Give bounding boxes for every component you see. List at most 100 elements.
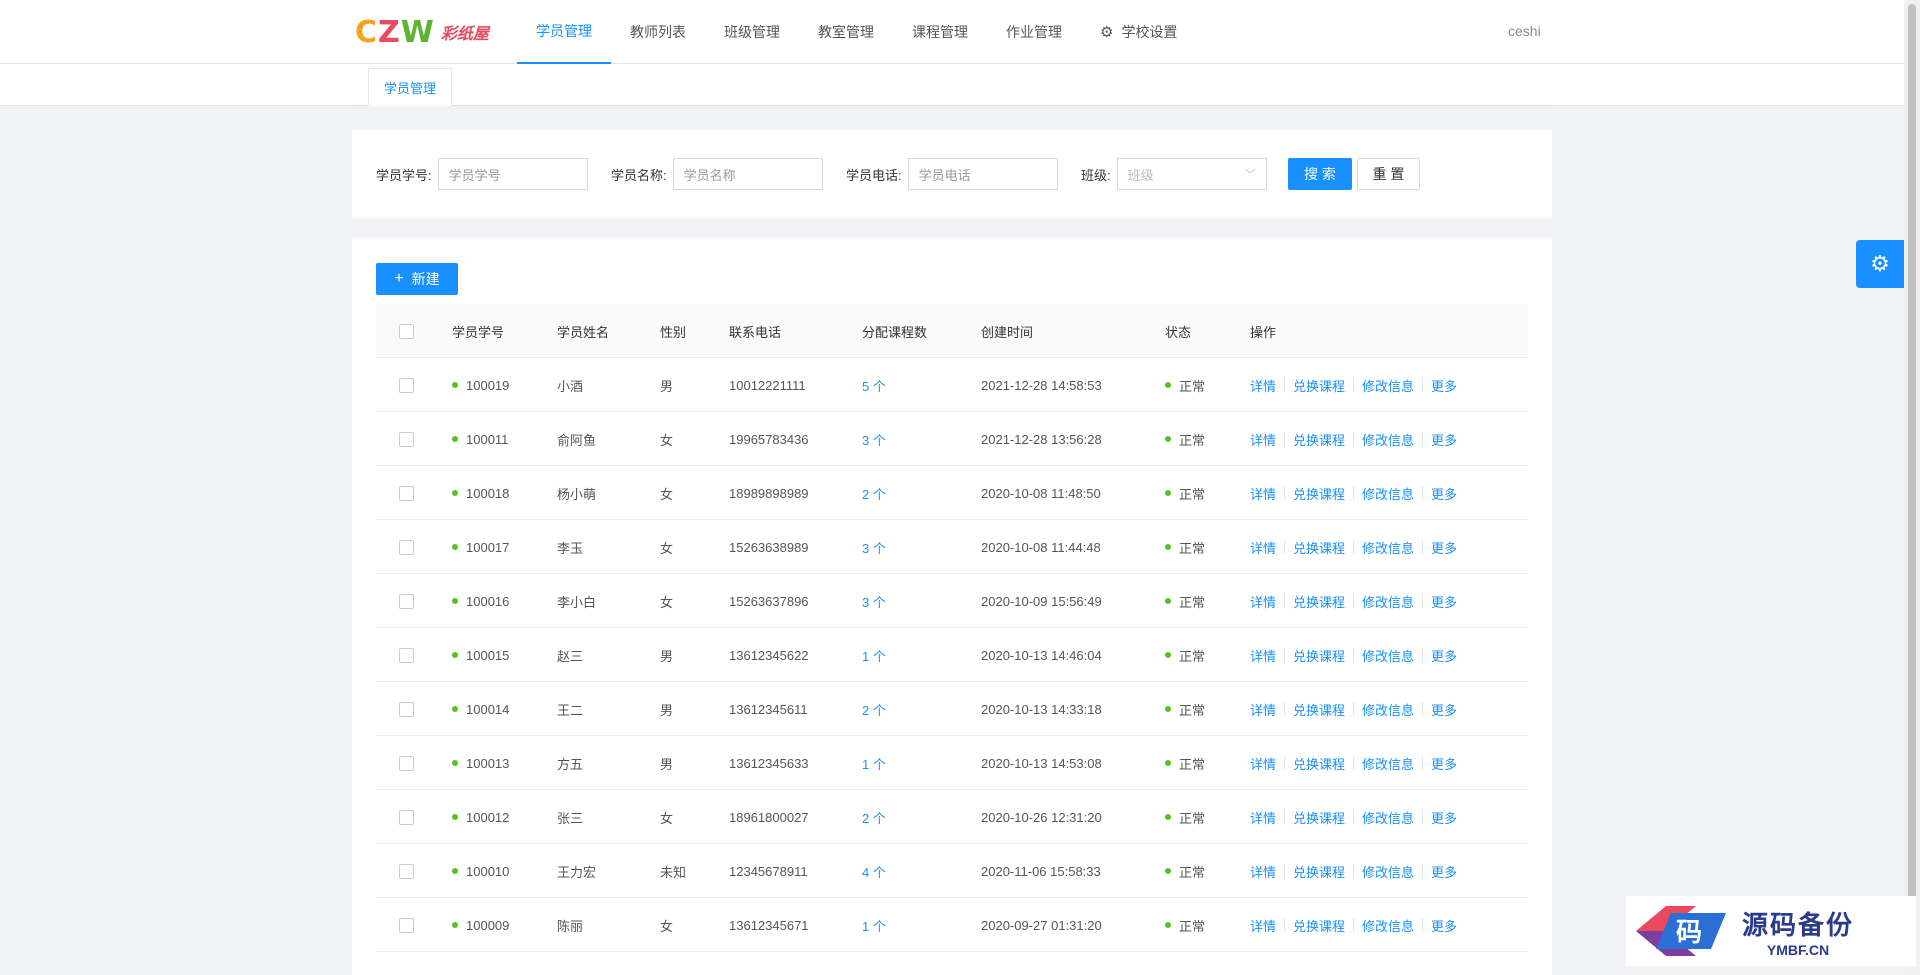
exchange-course-link[interactable]: 兑换课程 [1293, 700, 1345, 719]
nav-item-homework[interactable]: 作业管理 [987, 0, 1081, 64]
detail-link[interactable]: 详情 [1250, 430, 1276, 449]
row-checkbox[interactable] [399, 485, 414, 501]
exchange-course-link[interactable]: 兑换课程 [1293, 754, 1345, 773]
user-menu[interactable]: ceshi [1508, 23, 1541, 39]
page-scrollbar[interactable] [1904, 0, 1920, 975]
cell-courses[interactable]: 3 个 [862, 412, 886, 466]
row-checkbox[interactable] [399, 431, 414, 447]
cell-courses[interactable]: 3 个 [862, 520, 886, 574]
detail-link[interactable]: 详情 [1250, 808, 1276, 827]
field-student-no: 学员学号: 学员学号 [376, 158, 588, 190]
edit-info-link[interactable]: 修改信息 [1362, 754, 1414, 773]
nav-item-classrooms[interactable]: 教室管理 [799, 0, 893, 64]
row-checkbox[interactable] [399, 593, 414, 609]
detail-link[interactable]: 详情 [1250, 646, 1276, 665]
more-link[interactable]: 更多 [1431, 916, 1457, 935]
top-navbar: CZW 彩纸屋 学员管理 教师列表 班级管理 教室管理 课程管理 作业管理 ⚙ … [0, 0, 1904, 64]
cell-courses[interactable]: 5 个 [862, 358, 886, 412]
select-all-checkbox[interactable] [399, 323, 414, 339]
watermark-logo: 码 [1626, 901, 1736, 961]
cell-courses[interactable]: 2 个 [862, 790, 886, 844]
more-link[interactable]: 更多 [1431, 376, 1457, 395]
row-checkbox[interactable] [399, 917, 414, 933]
edit-info-link[interactable]: 修改信息 [1362, 808, 1414, 827]
exchange-course-link[interactable]: 兑换课程 [1293, 916, 1345, 935]
more-link[interactable]: 更多 [1431, 808, 1457, 827]
detail-link[interactable]: 详情 [1250, 862, 1276, 881]
more-link[interactable]: 更多 [1431, 430, 1457, 449]
edit-info-link[interactable]: 修改信息 [1362, 538, 1414, 557]
reset-button[interactable]: 重 置 [1357, 158, 1420, 190]
cell-courses[interactable]: 4 个 [862, 844, 886, 898]
edit-info-link[interactable]: 修改信息 [1362, 862, 1414, 881]
nav-item-classes[interactable]: 班级管理 [705, 0, 799, 64]
phone-input[interactable]: 学员电话 [907, 158, 1058, 190]
detail-link[interactable]: 详情 [1250, 700, 1276, 719]
theme-settings-button[interactable]: ⚙ [1856, 240, 1904, 288]
edit-info-link[interactable]: 修改信息 [1362, 430, 1414, 449]
cell-courses[interactable]: 3 个 [862, 574, 886, 628]
col-header-gender: 性别 [660, 324, 687, 340]
nav-item-school-settings[interactable]: ⚙ 学校设置 [1081, 0, 1196, 64]
cell-courses[interactable]: 1 个 [862, 898, 886, 952]
status-dot [1165, 706, 1171, 712]
exchange-course-link[interactable]: 兑换课程 [1293, 808, 1345, 827]
more-link[interactable]: 更多 [1431, 700, 1457, 719]
cell-gender: 男 [660, 756, 674, 772]
detail-link[interactable]: 详情 [1250, 538, 1276, 557]
detail-link[interactable]: 详情 [1250, 376, 1276, 395]
row-checkbox[interactable] [399, 539, 414, 555]
nav-item-students[interactable]: 学员管理 [517, 0, 611, 64]
cell-status: 正常 [1179, 918, 1206, 934]
tab-students[interactable]: 学员管理 [368, 68, 453, 106]
more-link[interactable]: 更多 [1431, 646, 1457, 665]
nav-item-courses[interactable]: 课程管理 [893, 0, 987, 64]
edit-info-link[interactable]: 修改信息 [1362, 916, 1414, 935]
scrollbar-thumb[interactable] [1908, 4, 1916, 964]
row-checkbox[interactable] [399, 647, 414, 663]
exchange-course-link[interactable]: 兑换课程 [1293, 538, 1345, 557]
search-button[interactable]: 搜 索 [1288, 158, 1352, 190]
row-checkbox[interactable] [399, 809, 414, 825]
row-actions: 详情 兑换课程 修改信息 更多 [1250, 844, 1457, 898]
edit-info-link[interactable]: 修改信息 [1362, 646, 1414, 665]
more-link[interactable]: 更多 [1431, 484, 1457, 503]
logo[interactable]: CZW 彩纸屋 [355, 14, 489, 50]
nav-item-teachers[interactable]: 教师列表 [611, 0, 705, 64]
student-no-input[interactable]: 学员学号 [437, 158, 588, 190]
cell-phone: 13612345622 [729, 647, 809, 663]
new-student-button[interactable]: + 新建 [376, 263, 458, 295]
student-name-input[interactable]: 学员名称 [672, 158, 823, 190]
cell-courses[interactable]: 1 个 [862, 628, 886, 682]
exchange-course-link[interactable]: 兑换课程 [1293, 484, 1345, 503]
more-link[interactable]: 更多 [1431, 538, 1457, 557]
cell-courses[interactable]: 1 个 [862, 736, 886, 790]
edit-info-link[interactable]: 修改信息 [1362, 700, 1414, 719]
more-link[interactable]: 更多 [1431, 592, 1457, 611]
edit-info-link[interactable]: 修改信息 [1362, 484, 1414, 503]
class-select[interactable]: 班级 ﹀ [1116, 158, 1267, 190]
detail-link[interactable]: 详情 [1250, 592, 1276, 611]
row-checkbox[interactable] [399, 701, 414, 717]
detail-link[interactable]: 详情 [1250, 484, 1276, 503]
more-link[interactable]: 更多 [1431, 754, 1457, 773]
cell-courses[interactable]: 2 个 [862, 682, 886, 736]
detail-link[interactable]: 详情 [1250, 916, 1276, 935]
edit-info-link[interactable]: 修改信息 [1362, 592, 1414, 611]
row-checkbox[interactable] [399, 377, 414, 393]
cell-status: 正常 [1179, 648, 1206, 664]
edit-info-link[interactable]: 修改信息 [1362, 376, 1414, 395]
row-actions: 详情 兑换课程 修改信息 更多 [1250, 790, 1457, 844]
exchange-course-link[interactable]: 兑换课程 [1293, 376, 1345, 395]
detail-link[interactable]: 详情 [1250, 754, 1276, 773]
status-dot [452, 814, 458, 820]
exchange-course-link[interactable]: 兑换课程 [1293, 430, 1345, 449]
exchange-course-link[interactable]: 兑换课程 [1293, 592, 1345, 611]
exchange-course-link[interactable]: 兑换课程 [1293, 646, 1345, 665]
more-link[interactable]: 更多 [1431, 862, 1457, 881]
exchange-course-link[interactable]: 兑换课程 [1293, 862, 1345, 881]
cell-courses[interactable]: 2 个 [862, 466, 886, 520]
row-actions: 详情 兑换课程 修改信息 更多 [1250, 412, 1457, 466]
row-checkbox[interactable] [399, 755, 414, 771]
row-checkbox[interactable] [399, 863, 414, 879]
